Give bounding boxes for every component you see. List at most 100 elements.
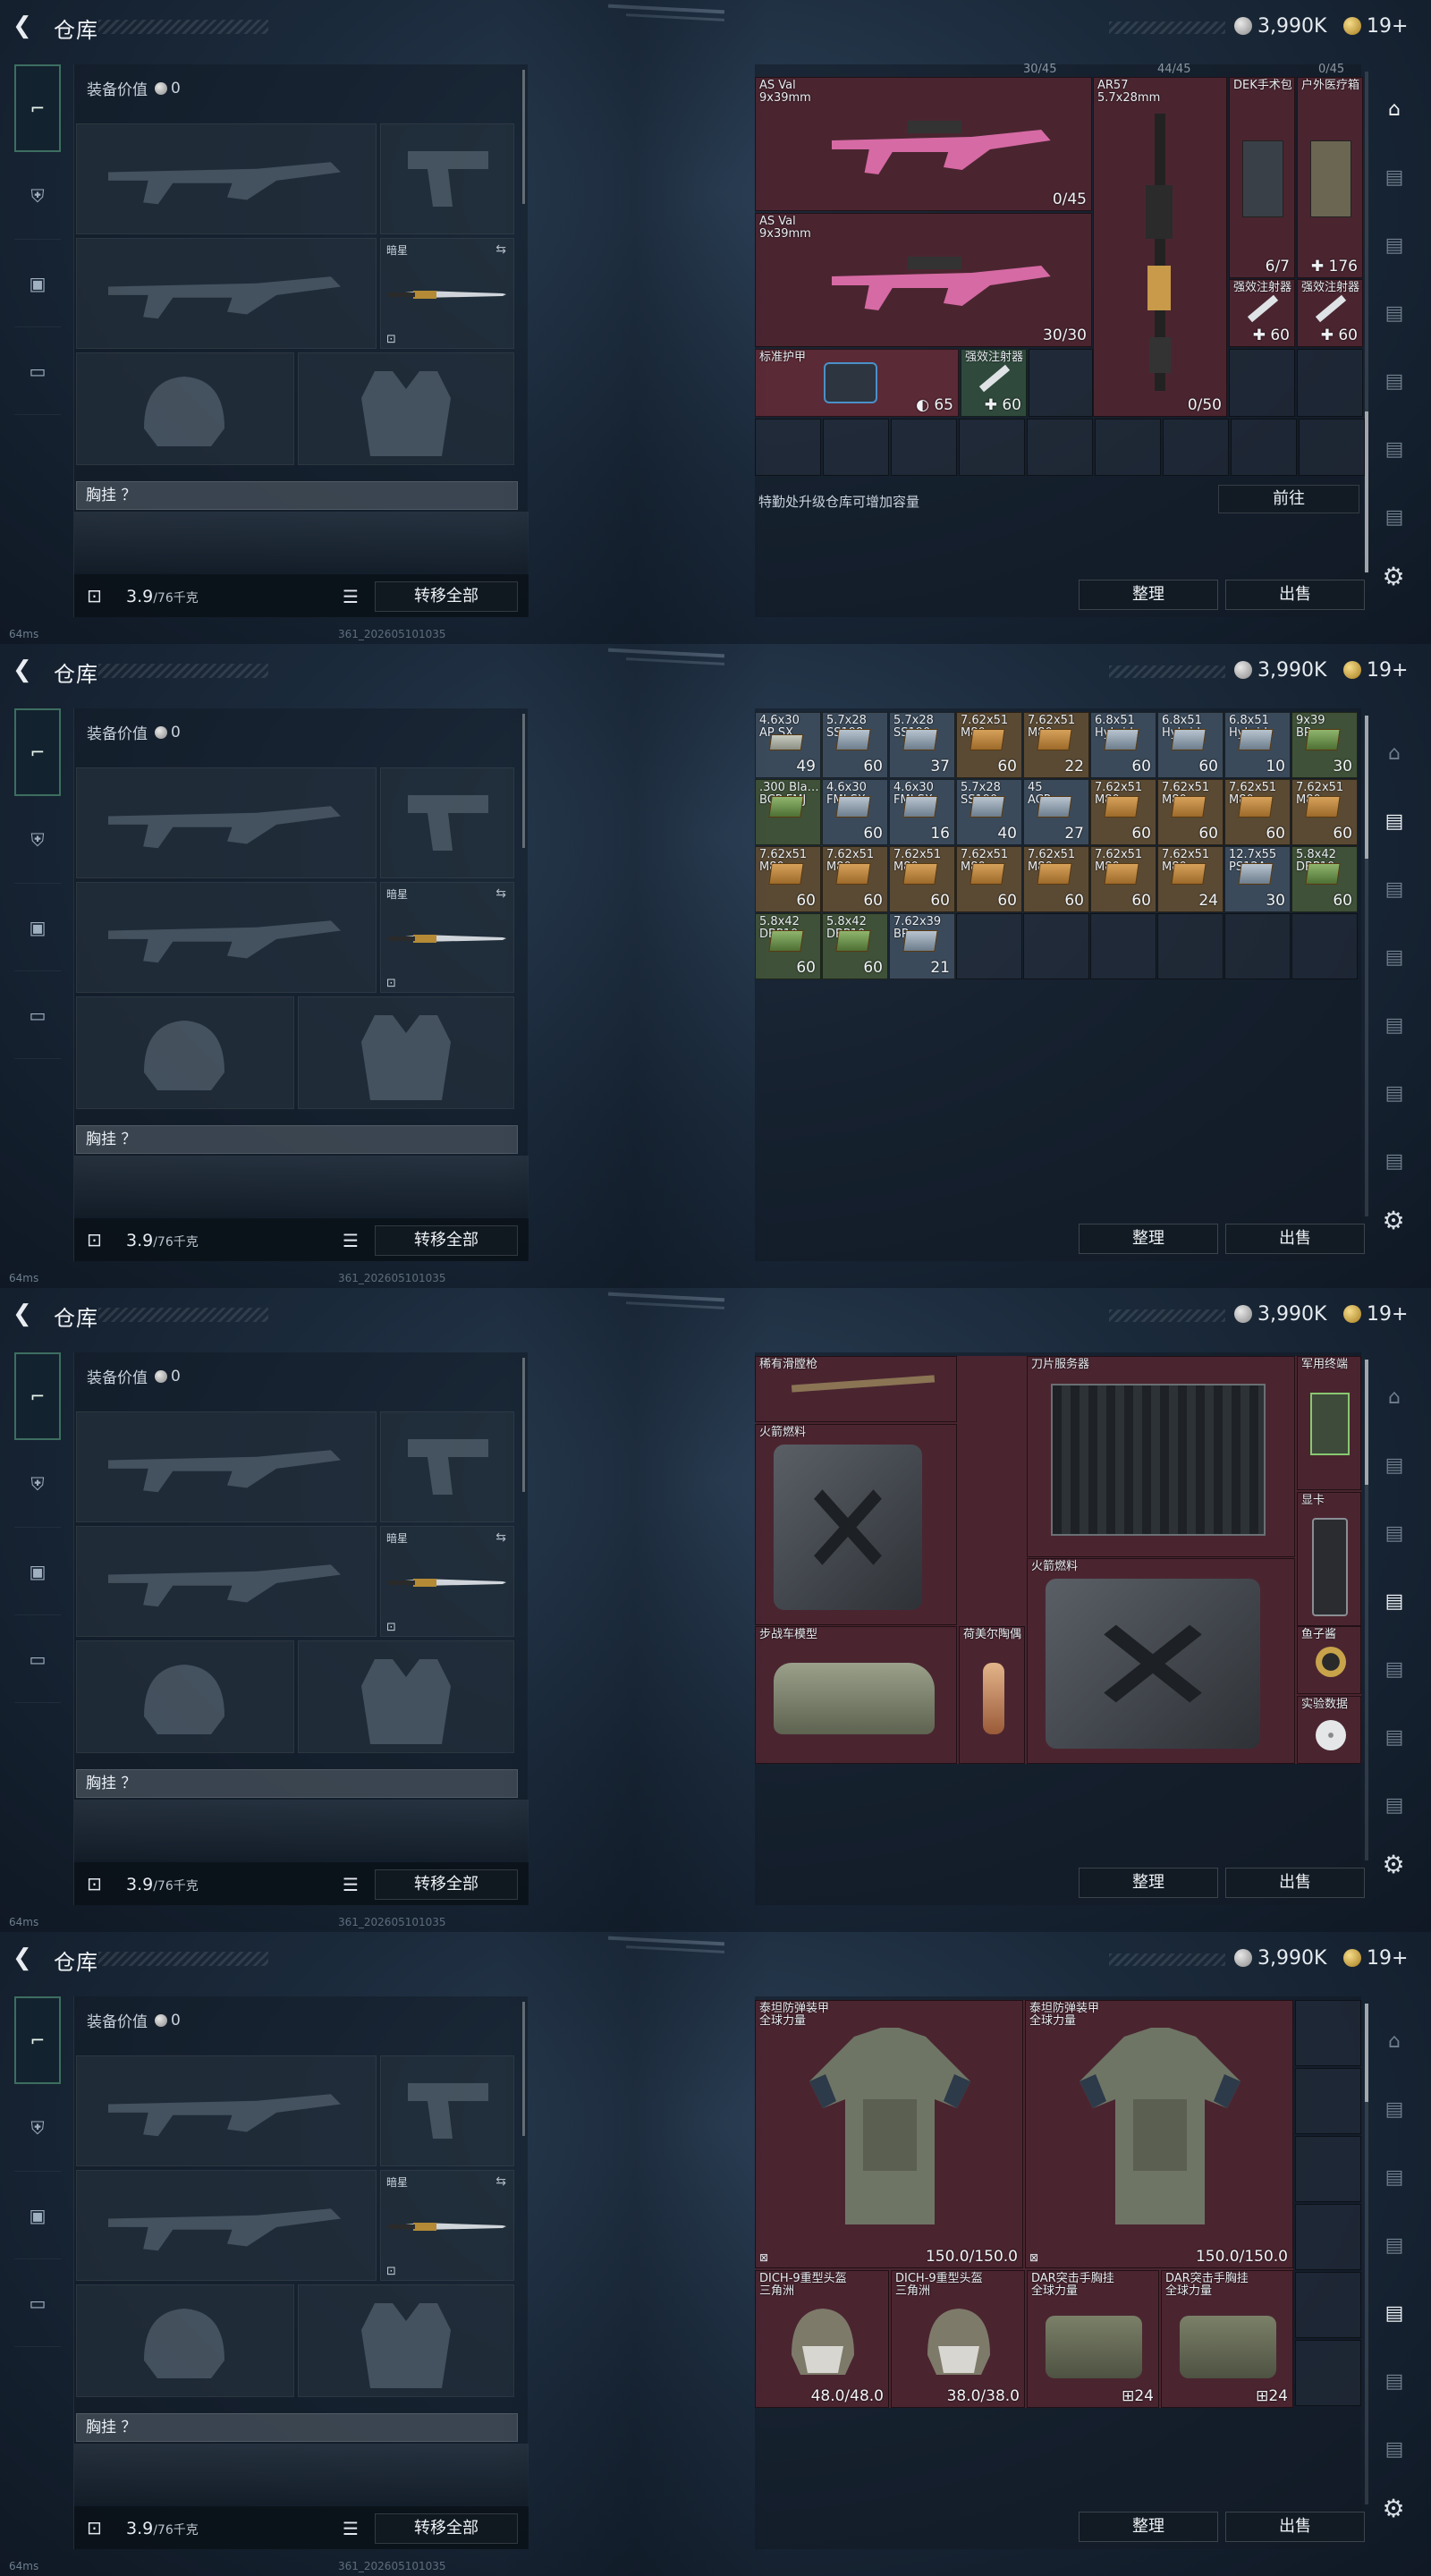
primary-weapon-slot[interactable] xyxy=(76,1411,377,1522)
stash-item[interactable]: DEK手术包 6/7 xyxy=(1229,77,1295,278)
sell-button[interactable]: 出售 xyxy=(1225,1868,1365,1898)
nav-briefcase-icon[interactable]: ▭ xyxy=(14,971,61,1059)
stash-item[interactable]: 军用终端 xyxy=(1297,1356,1361,1490)
stash-item[interactable]: 7.62x51 M8060 xyxy=(956,712,1022,778)
transfer-all-button[interactable]: 转移全部 xyxy=(375,581,518,612)
stash-item[interactable]: 9x39 BP 30 xyxy=(1291,712,1358,778)
nav-backpack-icon[interactable]: ▣ xyxy=(14,884,61,971)
storage-tab-6[interactable]: ▤ xyxy=(1374,1703,1415,1771)
armor-slot[interactable] xyxy=(298,352,514,465)
stash-item[interactable]: 7.62x51 M8060 xyxy=(1157,779,1224,845)
transfer-all-button[interactable]: 转移全部 xyxy=(375,2513,518,2544)
nav-backpack-icon[interactable]: ▣ xyxy=(14,1528,61,1615)
nav-gun-icon[interactable]: ⌐ xyxy=(14,64,61,152)
chest-rig-slot[interactable]: 胸挂 ？ xyxy=(76,2413,518,2442)
storage-tab-1[interactable]: ⌂ xyxy=(1374,2007,1415,2075)
backpack-slot[interactable] xyxy=(74,2444,529,2504)
primary-weapon-slot[interactable] xyxy=(76,2055,377,2166)
stash-item[interactable]: 7.62x39 BP 21 xyxy=(889,913,955,979)
stash-item[interactable]: 7.62x51 M8060 xyxy=(956,846,1022,912)
stash-item[interactable]: 强效注射器 ✚ 60 xyxy=(961,349,1027,417)
list-icon[interactable]: ☰ xyxy=(343,1230,359,1251)
swap-icon[interactable]: ⇆ xyxy=(495,242,506,257)
storage-tab-5[interactable]: ▤ xyxy=(1374,2279,1415,2347)
stash-scroll-thumb[interactable] xyxy=(1365,1360,1368,1485)
storage-tab-6[interactable]: ▤ xyxy=(1374,2347,1415,2415)
stash-item[interactable]: .300 Bla… BCP FMJ xyxy=(755,779,821,845)
stash-item[interactable]: 7.62x51 M8060 xyxy=(1090,846,1156,912)
gear-scrollbar[interactable] xyxy=(522,1358,525,1492)
stash-item[interactable]: 7.62x51 M8060 xyxy=(1023,846,1089,912)
nav-armor-icon[interactable]: ⛨ xyxy=(14,1440,61,1528)
stash-item[interactable]: 标准护甲 ◐ 65 xyxy=(755,349,959,417)
nav-gun-icon[interactable]: ⌐ xyxy=(14,1352,61,1440)
stash-item[interactable]: 6.8x51 Hybrid10 xyxy=(1224,712,1291,778)
helmet-slot[interactable] xyxy=(76,996,294,1109)
stash-item[interactable]: 7.62x51 M8060 xyxy=(822,846,888,912)
storage-tab-2[interactable]: ▤ xyxy=(1374,143,1415,211)
stash-item[interactable]: 7.62x51 M8060 xyxy=(755,846,821,912)
storage-tab-1[interactable]: ⌂ xyxy=(1374,1363,1415,1431)
list-icon[interactable]: ☰ xyxy=(343,1874,359,1895)
storage-tab-7[interactable]: ▤ xyxy=(1374,1127,1415,1195)
storage-tab-3[interactable]: ▤ xyxy=(1374,1499,1415,1567)
knife-slot[interactable]: 暗星 ⇆ ⊡ xyxy=(380,882,514,993)
stash-scrollbar[interactable] xyxy=(1365,716,1368,1216)
nav-briefcase-icon[interactable]: ▭ xyxy=(14,1615,61,1703)
transfer-all-button[interactable]: 转移全部 xyxy=(375,1869,518,1900)
backpack-slot[interactable] xyxy=(74,1800,529,1860)
swap-icon[interactable]: ⇆ xyxy=(495,886,506,901)
storage-tab-6[interactable]: ▤ xyxy=(1374,415,1415,483)
pistol-slot[interactable] xyxy=(380,767,514,878)
stash-item[interactable]: 5.8x42 DBP1060 xyxy=(755,913,821,979)
stash-item[interactable]: 户外医疗箱 ✚ 176 xyxy=(1297,77,1363,278)
stash-item[interactable]: DICH-9重型头盔 三角洲 38.0/38.0 xyxy=(891,2270,1025,2408)
sell-button[interactable]: 出售 xyxy=(1225,580,1365,610)
knife-slot[interactable]: 暗星 ⇆ ⊡ xyxy=(380,2170,514,2281)
stash-item[interactable]: 7.62x51 M8024 xyxy=(1157,846,1224,912)
stash-item[interactable]: 6.8x51 Hybrid60 xyxy=(1157,712,1224,778)
secondary-weapon-slot[interactable] xyxy=(76,238,377,349)
stash-item[interactable]: AS Val 9x39mm 30/30 xyxy=(755,213,1092,347)
stash-item[interactable]: 45 ACP27 xyxy=(1023,779,1089,845)
back-arrow-icon[interactable]: ❮ xyxy=(13,1945,39,1971)
stash-item[interactable]: 泰坦防弹装甲 全球力量 150.0/150.0 ⊠ xyxy=(755,2000,1023,2268)
stash-item[interactable]: 12.7x55 PS12A30 xyxy=(1224,846,1291,912)
knife-slot[interactable]: 暗星 ⇆ ⊡ xyxy=(380,238,514,349)
stash-item[interactable]: 5.7x28 SS19860 xyxy=(822,712,888,778)
storage-tab-4[interactable]: ▤ xyxy=(1374,923,1415,991)
stash-item[interactable]: 强效注射器 ✚ 60 xyxy=(1229,279,1295,347)
stash-scroll-thumb[interactable] xyxy=(1365,716,1368,859)
storage-tab-3[interactable]: ▤ xyxy=(1374,855,1415,923)
stash-item[interactable]: 泰坦防弹装甲 全球力量 150.0/150.0 ⊠ xyxy=(1025,2000,1293,2268)
stash-item[interactable]: 5.8x42 DBP1060 xyxy=(822,913,888,979)
pistol-slot[interactable] xyxy=(380,123,514,234)
swap-icon[interactable]: ⇆ xyxy=(495,2174,506,2189)
storage-tab-3[interactable]: ▤ xyxy=(1374,2143,1415,2211)
stash-item[interactable]: 刀片服务器 xyxy=(1027,1356,1295,1557)
back-arrow-icon[interactable]: ❮ xyxy=(13,1301,39,1327)
armor-slot[interactable] xyxy=(298,1640,514,1753)
pistol-slot[interactable] xyxy=(380,1411,514,1522)
stash-item[interactable]: 鱼子酱 xyxy=(1297,1626,1361,1694)
stash-scrollbar[interactable] xyxy=(1365,72,1368,572)
nav-briefcase-icon[interactable]: ▭ xyxy=(14,327,61,415)
sort-button[interactable]: 整理 xyxy=(1079,1868,1218,1898)
storage-tab-1[interactable]: ⌂ xyxy=(1374,719,1415,787)
nav-briefcase-icon[interactable]: ▭ xyxy=(14,2259,61,2347)
chest-rig-slot[interactable]: 胸挂 ？ xyxy=(76,1125,518,1154)
back-arrow-icon[interactable]: ❮ xyxy=(13,13,39,39)
sort-button[interactable]: 整理 xyxy=(1079,2512,1218,2542)
chest-rig-slot[interactable]: 胸挂 ？ xyxy=(76,1769,518,1798)
stash-item[interactable]: 7.62x51 M8022 xyxy=(1023,712,1089,778)
gear-scrollbar[interactable] xyxy=(522,2002,525,2136)
settings-gear-icon[interactable]: ⚙ xyxy=(1377,1206,1410,1238)
stash-scrollbar[interactable] xyxy=(1365,1360,1368,1860)
primary-weapon-slot[interactable] xyxy=(76,767,377,878)
settings-gear-icon[interactable]: ⚙ xyxy=(1377,2494,1410,2526)
sell-button[interactable]: 出售 xyxy=(1225,1224,1365,1254)
storage-tab-7[interactable]: ▤ xyxy=(1374,2415,1415,2483)
nav-gun-icon[interactable]: ⌐ xyxy=(14,708,61,796)
storage-tab-7[interactable]: ▤ xyxy=(1374,483,1415,551)
stash-item[interactable]: 强效注射器 ✚ 60 xyxy=(1297,279,1363,347)
